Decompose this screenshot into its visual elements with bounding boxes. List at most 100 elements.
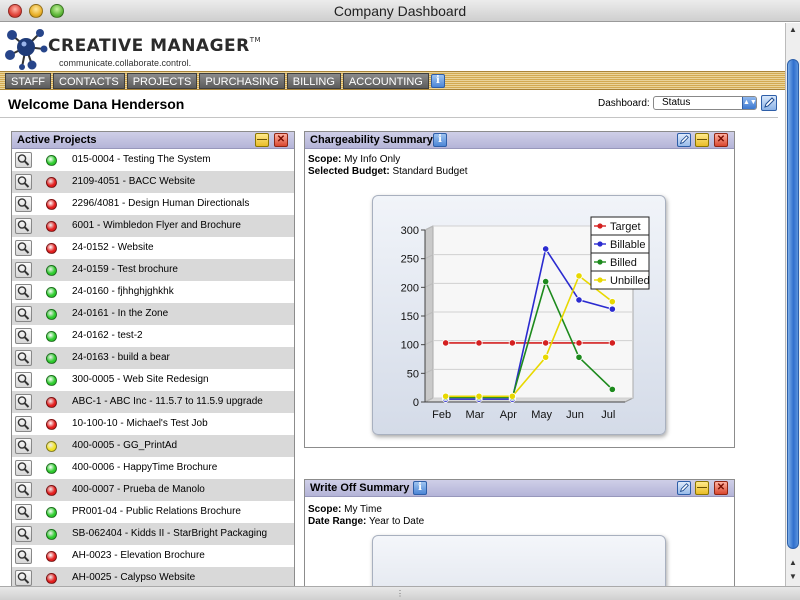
project-row[interactable]: 015-0004 - Testing The System — [12, 149, 294, 171]
project-name-link[interactable]: SB-062404 - Kidds II - StarBright Packag… — [72, 523, 267, 545]
scroll-down-icon[interactable]: ▲ ▼ — [786, 556, 800, 584]
project-name-link[interactable]: 6001 - Wimbledon Flyer and Brochure — [72, 215, 241, 237]
nav-tab-staff[interactable]: STAFF — [5, 73, 52, 89]
nav-tab-contacts[interactable]: CONTACTS — [53, 73, 125, 89]
magnifier-icon — [17, 352, 30, 364]
project-row[interactable]: 10-100-10 - Michael's Test Job — [12, 413, 294, 435]
resize-grip-icon[interactable]: ⋮ — [395, 589, 405, 598]
project-row[interactable]: 400-0006 - HappyTime Brochure — [12, 457, 294, 479]
project-view-button[interactable] — [15, 372, 32, 388]
project-view-button[interactable] — [15, 504, 32, 520]
project-row[interactable]: 24-0161 - In the Zone — [12, 303, 294, 325]
project-status-green-icon — [46, 287, 57, 298]
logo-wordmark: CREATIVE MANAGERTM — [48, 36, 262, 56]
project-view-button[interactable] — [15, 284, 32, 300]
project-name-link[interactable]: 24-0161 - In the Zone — [72, 303, 168, 325]
project-view-button[interactable] — [15, 350, 32, 366]
project-name-link[interactable]: 2109-4051 - BACC Website — [72, 171, 195, 193]
project-row[interactable]: 24-0152 - Website — [12, 237, 294, 259]
chart-y-tick-label: 100 — [401, 340, 419, 352]
nav-tab-billing[interactable]: BILLING — [286, 73, 341, 89]
write-off-edit-button[interactable] — [677, 481, 691, 495]
project-view-button[interactable] — [15, 262, 32, 278]
chart-y-tick-label: 250 — [401, 254, 419, 266]
project-name-link[interactable]: 24-0163 - build a bear — [72, 347, 170, 369]
project-view-button[interactable] — [15, 306, 32, 322]
creative-manager-logo[interactable]: CREATIVE MANAGERTM communicate.collabora… — [2, 25, 261, 73]
project-name-link[interactable]: 24-0152 - Website — [72, 237, 154, 259]
project-view-button[interactable] — [15, 240, 32, 256]
project-name-link[interactable]: 400-0005 - GG_PrintAd — [72, 435, 177, 457]
project-name-link[interactable]: 10-100-10 - Michael's Test Job — [72, 413, 208, 435]
chart-legend-label: Billable — [610, 239, 645, 251]
project-row[interactable]: 2296/4081 - Design Human Directionals — [12, 193, 294, 215]
chargeability-close-button[interactable]: ✕ — [714, 133, 728, 147]
nav-tab-purchasing[interactable]: PURCHASING — [199, 73, 285, 89]
project-name-link[interactable]: 24-0160 - fjhhghjghkhk — [72, 281, 174, 303]
project-status-red-icon — [46, 221, 57, 232]
chargeability-edit-button[interactable] — [677, 133, 691, 147]
project-name-link[interactable]: AH-0023 - Elevation Brochure — [72, 545, 205, 567]
project-name-link[interactable]: 400-0006 - HappyTime Brochure — [72, 457, 217, 479]
project-row[interactable]: 400-0005 - GG_PrintAd — [12, 435, 294, 457]
project-view-button[interactable] — [15, 482, 32, 498]
chargeability-scope: Scope: My Info Only — [308, 154, 401, 165]
project-row[interactable]: 2109-4051 - BACC Website — [12, 171, 294, 193]
project-view-button[interactable] — [15, 394, 32, 410]
project-view-button[interactable] — [15, 438, 32, 454]
project-row[interactable]: 300-0005 - Web Site Redesign — [12, 369, 294, 391]
project-name-link[interactable]: 24-0162 - test-2 — [72, 325, 143, 347]
minimize-panel-button[interactable]: — — [255, 133, 269, 147]
project-view-button[interactable] — [15, 152, 32, 168]
project-view-button[interactable] — [15, 416, 32, 432]
project-view-button[interactable] — [15, 218, 32, 234]
nav-tab-accounting[interactable]: ACCOUNTING — [342, 73, 429, 89]
project-row[interactable]: 6001 - Wimbledon Flyer and Brochure — [12, 215, 294, 237]
close-panel-button[interactable]: ✕ — [274, 133, 288, 147]
dashboard-select[interactable]: Status ▲▼ — [653, 96, 757, 110]
dashboard-edit-button[interactable] — [761, 95, 777, 111]
write-off-minimize-button[interactable]: — — [695, 481, 709, 495]
project-row[interactable]: 24-0159 - Test brochure — [12, 259, 294, 281]
project-row[interactable]: ABC-1 - ABC Inc - 11.5.7 to 11.5.9 upgra… — [12, 391, 294, 413]
project-view-button[interactable] — [15, 460, 32, 476]
project-name-link[interactable]: 2296/4081 - Design Human Directionals — [72, 193, 249, 215]
project-name-link[interactable]: ABC-1 - ABC Inc - 11.5.7 to 11.5.9 upgra… — [72, 391, 263, 413]
project-view-button[interactable] — [15, 570, 32, 586]
project-status-green-icon — [46, 529, 57, 540]
project-row[interactable]: 24-0162 - test-2 — [12, 325, 294, 347]
chargeability-minimize-button[interactable]: — — [695, 133, 709, 147]
project-name-link[interactable]: 300-0005 - Web Site Redesign — [72, 369, 209, 391]
project-name-link[interactable]: PR001-04 - Public Relations Brochure — [72, 501, 241, 523]
scroll-thumb[interactable] — [787, 59, 799, 549]
project-row[interactable]: PR001-04 - Public Relations Brochure — [12, 501, 294, 523]
project-row[interactable]: 24-0163 - build a bear — [12, 347, 294, 369]
write-off-info-button[interactable]: i — [413, 481, 427, 495]
project-row[interactable]: SB-062404 - Kidds II - StarBright Packag… — [12, 523, 294, 545]
project-status-red-icon — [46, 573, 57, 584]
project-view-button[interactable] — [15, 548, 32, 564]
window-title: Company Dashboard — [333, 3, 467, 19]
chargeability-info-button[interactable]: i — [433, 133, 447, 147]
welcome-heading: Welcome Dana Henderson — [8, 96, 185, 112]
page-scrollbar[interactable]: ▲ ▲ ▼ — [785, 23, 800, 586]
project-name-link[interactable]: AH-0025 - Calypso Website — [72, 567, 195, 586]
write-off-header: Write Off Summary i — ✕ — [305, 480, 734, 497]
project-view-button[interactable] — [15, 526, 32, 542]
project-view-button[interactable] — [15, 328, 32, 344]
project-row[interactable]: 400-0007 - Prueba de Manolo — [12, 479, 294, 501]
project-name-link[interactable]: 400-0007 - Prueba de Manolo — [72, 479, 205, 501]
project-row[interactable]: AH-0023 - Elevation Brochure — [12, 545, 294, 567]
project-row[interactable]: 24-0160 - fjhhghjghkhk — [12, 281, 294, 303]
chart-legend-swatch-dot — [597, 241, 603, 247]
project-name-link[interactable]: 015-0004 - Testing The System — [72, 149, 211, 171]
chart-legend-label: Target — [610, 221, 641, 233]
project-row[interactable]: AH-0025 - Calypso Website — [12, 567, 294, 586]
scroll-up-icon[interactable]: ▲ — [786, 23, 800, 37]
write-off-close-button[interactable]: ✕ — [714, 481, 728, 495]
nav-info-icon[interactable]: i — [430, 74, 445, 88]
project-name-link[interactable]: 24-0159 - Test brochure — [72, 259, 178, 281]
nav-tab-projects[interactable]: PROJECTS — [126, 73, 198, 89]
project-view-button[interactable] — [15, 196, 32, 212]
project-view-button[interactable] — [15, 174, 32, 190]
